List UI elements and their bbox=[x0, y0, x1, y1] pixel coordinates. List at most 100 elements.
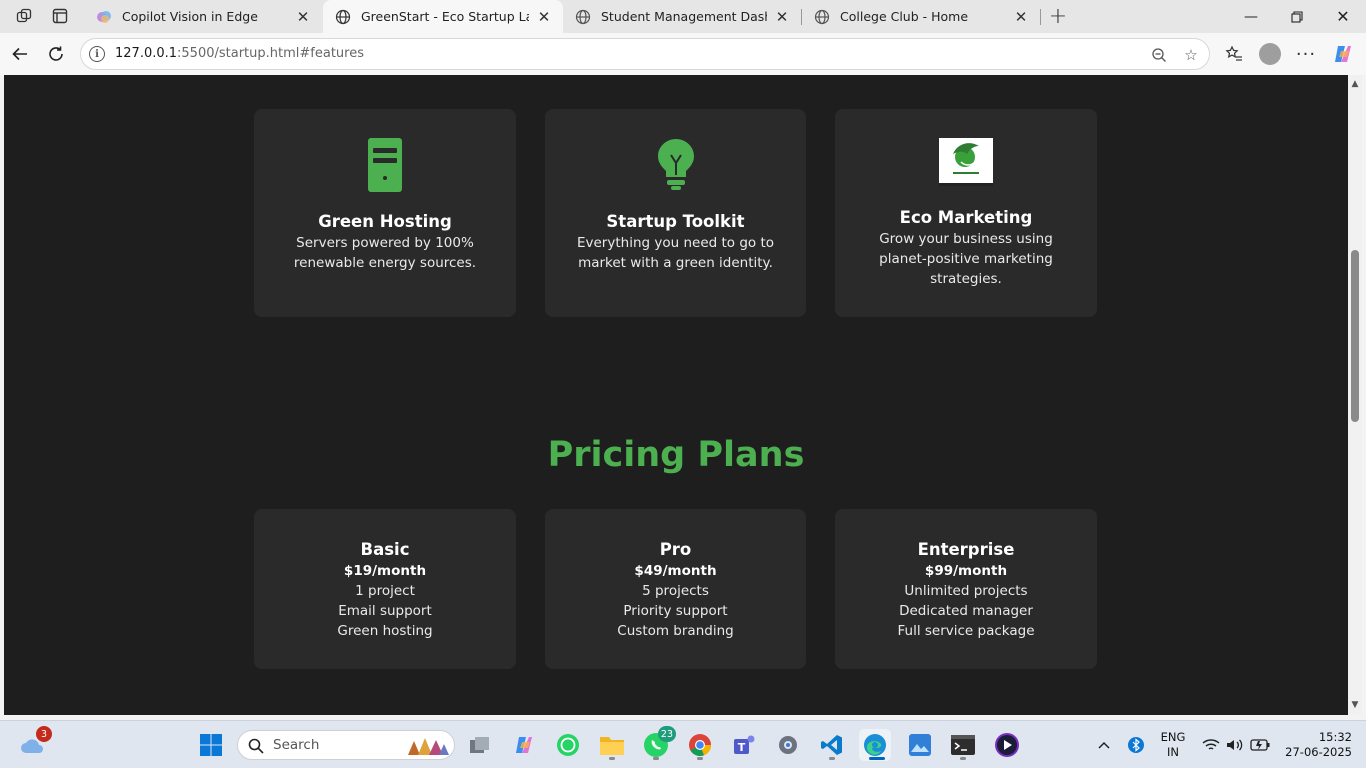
close-tab-icon[interactable]: ✕ bbox=[294, 8, 312, 26]
pricing-card-enterprise: Enterprise $99/month Unlimited projects … bbox=[835, 509, 1097, 669]
tab-title: Student Management Dashboard bbox=[601, 9, 767, 24]
feature-description: Servers powered by 100% renewable energy… bbox=[293, 235, 477, 271]
favorite-star-icon[interactable]: ☆ bbox=[1181, 45, 1201, 65]
zoom-out-icon[interactable] bbox=[1149, 45, 1169, 65]
taskbar: 3 Search 23 T ENG IN 15:32 27-06-2025 bbox=[0, 720, 1366, 768]
plan-feature: Green hosting bbox=[337, 623, 433, 639]
plan-feature: Full service package bbox=[897, 623, 1035, 639]
plan-feature: Priority support bbox=[623, 603, 728, 619]
feature-card: Eco Marketing Grow your business using p… bbox=[835, 109, 1097, 317]
running-indicator bbox=[697, 757, 703, 760]
feature-title: Eco Marketing bbox=[899, 208, 1033, 227]
workspaces-icon[interactable] bbox=[12, 5, 36, 27]
eco-logo-image bbox=[939, 138, 993, 186]
feature-card: Startup Toolkit Everything you need to g… bbox=[545, 109, 806, 317]
weather-widget-icon[interactable]: 3 bbox=[16, 726, 52, 761]
file-explorer-icon[interactable] bbox=[596, 729, 628, 761]
scrollbar-thumb[interactable] bbox=[1351, 250, 1359, 422]
whatsapp-badge: 23 bbox=[657, 726, 676, 742]
close-tab-icon[interactable]: ✕ bbox=[773, 8, 791, 26]
globe-icon bbox=[575, 9, 591, 25]
region-code: IN bbox=[1167, 745, 1179, 759]
settings-gear-icon[interactable] bbox=[772, 729, 804, 761]
plan-name: Basic bbox=[360, 540, 410, 559]
running-indicator bbox=[960, 757, 966, 760]
volume-icon[interactable] bbox=[1224, 729, 1246, 761]
tab-greenstart[interactable]: GreenStart - Eco Startup Landing ✕ bbox=[323, 0, 563, 33]
feature-card: Green Hosting Servers powered by 100% re… bbox=[254, 109, 516, 317]
back-icon[interactable] bbox=[6, 40, 34, 68]
plan-price: $99/month bbox=[924, 563, 1008, 579]
running-indicator bbox=[653, 757, 659, 760]
tab-college-club[interactable]: College Club - Home ✕ bbox=[802, 0, 1040, 33]
start-windows-icon[interactable] bbox=[195, 729, 227, 761]
teams-icon[interactable]: T bbox=[728, 729, 760, 761]
pricing-heading: Pricing Plans bbox=[547, 435, 805, 475]
globe-icon bbox=[814, 9, 830, 25]
vscode-icon[interactable] bbox=[816, 729, 848, 761]
url-host: 127.0.0.1 bbox=[115, 46, 178, 61]
plan-name: Enterprise bbox=[917, 540, 1015, 559]
favorites-icon[interactable] bbox=[1221, 41, 1247, 67]
refresh-icon[interactable] bbox=[42, 40, 70, 68]
tab-student-dashboard[interactable]: Student Management Dashboard ✕ bbox=[563, 0, 801, 33]
scroll-down-arrow-icon[interactable]: ▼ bbox=[1350, 700, 1360, 710]
site-info-icon[interactable]: i bbox=[89, 46, 105, 62]
url-text[interactable]: 127.0.0.1:5500/startup.html#features bbox=[115, 46, 364, 61]
copilot-button-icon[interactable] bbox=[1330, 41, 1356, 67]
tab-title: College Club - Home bbox=[840, 9, 969, 24]
pricing-card-basic: Basic $19/month 1 project Email support … bbox=[254, 509, 516, 669]
task-view-icon[interactable] bbox=[464, 729, 496, 761]
more-options-icon[interactable]: ··· bbox=[1293, 41, 1319, 67]
time-text: 15:32 bbox=[1318, 730, 1352, 744]
plan-name: Pro bbox=[659, 540, 692, 559]
tab-divider bbox=[1040, 9, 1041, 25]
close-tab-icon[interactable]: ✕ bbox=[1012, 8, 1030, 26]
svg-text:T: T bbox=[738, 741, 746, 754]
close-window-icon[interactable]: ✕ bbox=[1320, 0, 1366, 33]
plan-feature: Dedicated manager bbox=[899, 603, 1033, 619]
chrome-icon[interactable] bbox=[684, 729, 716, 761]
clock[interactable]: 15:32 27-06-2025 bbox=[1280, 730, 1352, 760]
edge-icon[interactable] bbox=[859, 729, 891, 761]
running-indicator bbox=[869, 757, 885, 760]
scroll-up-arrow-icon[interactable]: ▲ bbox=[1350, 79, 1360, 89]
minimize-icon[interactable]: — bbox=[1228, 0, 1274, 33]
copilot-app-icon[interactable] bbox=[508, 729, 540, 761]
page-scrollbar[interactable]: ▲ ▼ bbox=[1348, 75, 1362, 715]
language-indicator[interactable]: ENG IN bbox=[1156, 730, 1190, 760]
profile-avatar[interactable] bbox=[1257, 41, 1283, 67]
plan-price: $19/month bbox=[343, 563, 427, 579]
page-viewport: Green Hosting Servers powered by 100% re… bbox=[4, 75, 1348, 715]
battery-icon[interactable] bbox=[1248, 729, 1272, 761]
url-path: :5500/startup.html#features bbox=[177, 46, 364, 61]
search-icon bbox=[248, 738, 264, 754]
new-tab-icon[interactable]: + bbox=[1046, 4, 1070, 29]
plan-feature: Unlimited projects bbox=[904, 583, 1028, 599]
lightbulb-icon bbox=[658, 139, 694, 195]
terminal-icon[interactable] bbox=[947, 729, 979, 761]
restore-icon[interactable] bbox=[1274, 0, 1320, 33]
photos-app-icon[interactable] bbox=[904, 729, 936, 761]
address-bar[interactable]: i 127.0.0.1:5500/startup.html#features ☆ bbox=[80, 38, 1210, 70]
tab-title: GreenStart - Eco Startup Landing bbox=[361, 9, 529, 24]
close-tab-icon[interactable]: ✕ bbox=[535, 8, 553, 26]
plan-feature: 1 project bbox=[355, 583, 415, 599]
address-toolbar: i 127.0.0.1:5500/startup.html#features ☆… bbox=[0, 33, 1366, 75]
globe-icon bbox=[335, 9, 351, 25]
feature-title: Green Hosting bbox=[318, 212, 452, 231]
search-placeholder: Search bbox=[273, 737, 320, 753]
tab-copilot-vision[interactable]: Copilot Vision in Edge ✕ bbox=[84, 0, 322, 33]
media-player-icon[interactable] bbox=[991, 729, 1023, 761]
plan-feature: Email support bbox=[338, 603, 432, 619]
whatsapp-icon[interactable]: 23 bbox=[640, 726, 676, 761]
running-indicator bbox=[829, 757, 835, 760]
running-indicator bbox=[609, 757, 615, 760]
feature-title: Startup Toolkit bbox=[606, 212, 745, 231]
show-hidden-icons-chevron-icon[interactable] bbox=[1090, 729, 1118, 761]
vertical-tabs-icon[interactable] bbox=[48, 5, 72, 27]
whatsapp-web-icon[interactable] bbox=[552, 729, 584, 761]
taskbar-search[interactable]: Search bbox=[237, 730, 455, 760]
wifi-icon[interactable] bbox=[1200, 729, 1222, 761]
bluetooth-icon[interactable] bbox=[1122, 729, 1150, 761]
